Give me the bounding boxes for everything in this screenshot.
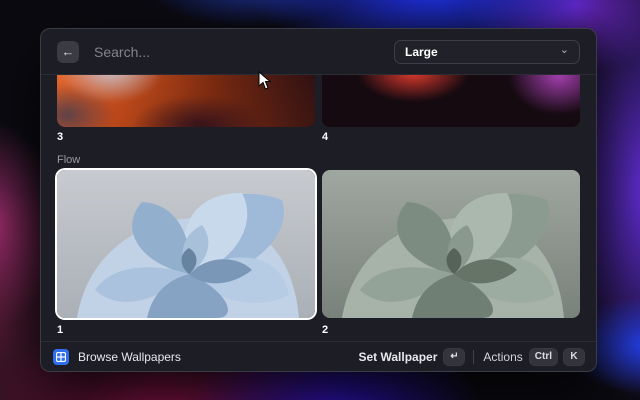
wallpaper-art-4 [322, 75, 580, 127]
footer-actions: Set Wallpaper ↵ Actions Ctrl K [358, 349, 584, 365]
enter-key-badge: ↵ [444, 349, 464, 365]
wallpaper-tile-2[interactable] [322, 170, 580, 318]
search-input[interactable] [92, 43, 394, 61]
flow-thumbnail-row [57, 170, 580, 318]
actions-button[interactable]: Actions [483, 350, 522, 364]
wallpaper-tile-3[interactable] [57, 75, 315, 127]
flow-row-labels: 1 2 [57, 324, 580, 337]
wallpaper-art-flow-green [322, 170, 580, 318]
previous-thumbnail-row [57, 75, 580, 127]
tile-label-3: 3 [57, 131, 315, 144]
back-arrow-icon: ← [62, 44, 75, 59]
tile-label-2: 2 [322, 324, 580, 337]
tile-label-4: 4 [322, 131, 580, 144]
tile-label-1: 1 [57, 324, 315, 337]
wallpaper-browser-window: ← Large ⌄ 3 4 Flow [40, 28, 597, 372]
wallpaper-tile-4[interactable] [322, 75, 580, 127]
set-wallpaper-button[interactable]: Set Wallpaper [358, 350, 437, 364]
k-key-badge: K [564, 349, 584, 365]
wallpaper-grid-icon [53, 349, 69, 365]
topbar: ← Large ⌄ [41, 29, 596, 74]
footer-separator [473, 350, 474, 364]
wallpaper-tile-1[interactable] [57, 170, 315, 318]
wallpaper-art-flow-blue [57, 170, 315, 318]
browse-wallpapers-label: Browse Wallpapers [78, 350, 181, 364]
wallpaper-gallery: 3 4 Flow [41, 75, 596, 337]
ctrl-key-badge: Ctrl [530, 349, 557, 365]
size-dropdown-value: Large [405, 45, 438, 59]
size-dropdown[interactable]: Large ⌄ [394, 40, 580, 64]
previous-row-labels: 3 4 [57, 131, 580, 144]
desktop-wallpaper: ← Large ⌄ 3 4 Flow [0, 0, 640, 400]
wallpaper-art-3 [57, 75, 315, 127]
back-button[interactable]: ← [57, 41, 79, 63]
chevron-down-icon: ⌄ [560, 45, 569, 56]
section-title-flow: Flow [57, 154, 580, 167]
footer-bar: Browse Wallpapers Set Wallpaper ↵ Action… [41, 341, 596, 371]
